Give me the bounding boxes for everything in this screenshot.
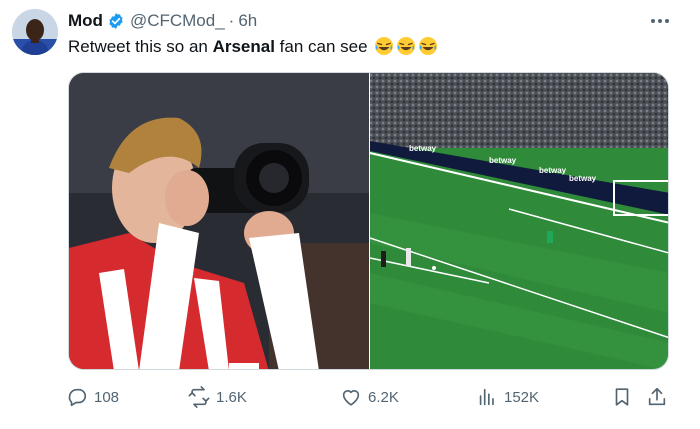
analytics-icon xyxy=(479,388,494,406)
like-count: 6.2K xyxy=(368,388,399,406)
bookmark-icon xyxy=(615,388,629,406)
laughing-emoji-icon xyxy=(372,37,438,56)
header-separator: · xyxy=(228,11,235,30)
views-button[interactable]: 152K xyxy=(476,382,539,412)
like-button[interactable]: 6.2K xyxy=(340,382,399,412)
retweet-count: 1.6K xyxy=(216,388,247,406)
view-count: 152K xyxy=(504,388,540,406)
left-photo[interactable] xyxy=(69,73,369,370)
right-photo[interactable]: betway betway betway betway xyxy=(369,73,669,370)
ad-board-text: betway xyxy=(539,166,567,175)
more-options-icon[interactable] xyxy=(648,10,672,32)
reply-icon xyxy=(68,388,87,407)
tweet-text-part: fan can see xyxy=(274,37,368,56)
author-avatar[interactable] xyxy=(12,9,58,55)
share-icon xyxy=(648,387,666,406)
tweet-text-part: Retweet this so an xyxy=(68,37,213,56)
author-display-name[interactable]: Mod xyxy=(68,11,103,31)
tweet-media[interactable]: betway betway betway betway xyxy=(68,72,669,370)
ad-board-text: betway xyxy=(569,174,597,183)
bookmark-button[interactable] xyxy=(611,382,633,412)
verified-badge-icon xyxy=(107,12,125,30)
retweet-button[interactable]: 1.6K xyxy=(188,382,247,412)
retweet-icon xyxy=(188,386,210,408)
tweet-text: Retweet this so an Arsenal fan can see xyxy=(68,36,438,58)
heart-icon xyxy=(342,390,360,406)
ad-board-text: betway xyxy=(409,144,437,153)
share-button[interactable] xyxy=(646,382,668,412)
reply-button[interactable]: 108 xyxy=(66,382,119,412)
tweet-timestamp[interactable]: 6h xyxy=(238,11,257,31)
ad-board-text: betway xyxy=(489,156,517,165)
tweet-header: Mod @CFCMod_ · 6h xyxy=(68,10,257,32)
reply-count: 108 xyxy=(94,388,120,406)
tweet-text-bold: Arsenal xyxy=(212,37,275,56)
tweet-action-bar: 108 1.6K 6.2K 152K xyxy=(66,382,676,412)
author-handle[interactable]: @CFCMod_ xyxy=(130,11,225,31)
